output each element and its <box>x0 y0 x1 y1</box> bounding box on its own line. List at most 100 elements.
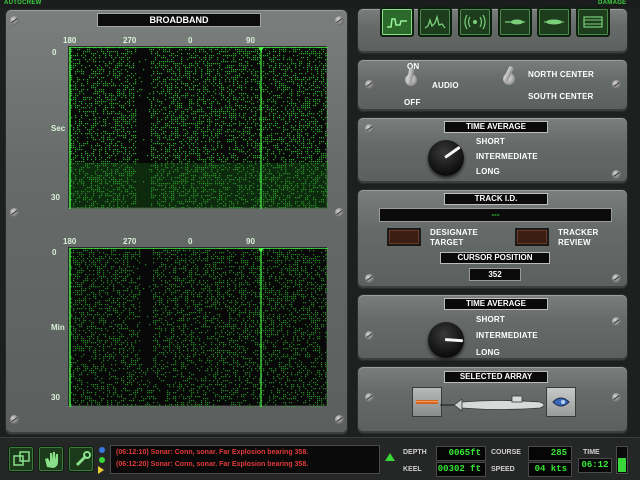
active-sonar-icon <box>464 14 486 30</box>
towed-array-select-button[interactable] <box>412 387 442 417</box>
bearing-tick: 180 <box>63 36 77 45</box>
depth-label: DEPTH <box>403 449 427 456</box>
broadband-mode-button[interactable] <box>380 7 414 37</box>
designate-label: DESIGNATE <box>430 228 478 237</box>
narrowband-icon <box>424 14 446 29</box>
screw-icon <box>365 331 374 340</box>
station-icon <box>13 451 30 466</box>
cursor-position-title: CURSOR POSITION <box>440 252 550 264</box>
y-label-mid: Min <box>51 323 65 332</box>
hand-icon <box>45 452 58 468</box>
broadband-waterfall-seconds[interactable] <box>68 46 328 209</box>
screw-icon <box>10 415 19 424</box>
message-filter-blue-dot[interactable] <box>99 447 105 453</box>
sphere-array-select-button[interactable] <box>546 387 576 417</box>
throttle-fill <box>618 458 626 472</box>
screw-icon <box>10 208 19 217</box>
towed-array-icon <box>416 400 438 404</box>
broadband-waterfall-minutes[interactable] <box>68 247 328 407</box>
knob-pointer-icon <box>444 145 461 159</box>
course-label: COURSE <box>491 449 521 456</box>
waterfall-canvas <box>69 248 328 407</box>
audio-panel <box>357 59 628 112</box>
active-sonar-mode-button[interactable] <box>458 7 492 37</box>
designate-target-button[interactable] <box>387 228 421 246</box>
bearing-cursor-marker-icon <box>258 47 264 52</box>
audio-label: AUDIO <box>432 81 459 90</box>
track-id-title: TRACK I.D. <box>444 193 548 205</box>
bearing-tick: 180 <box>63 237 77 246</box>
screw-icon <box>612 80 621 89</box>
screw-icon <box>612 393 621 402</box>
y-label-bottom: 30 <box>51 193 60 202</box>
track-id-display: --- <box>379 208 612 222</box>
y-label-top: 0 <box>52 48 57 57</box>
log-scroll-up-icon[interactable] <box>385 453 395 461</box>
cursor-position-value: 352 <box>469 268 521 281</box>
message-play-icon[interactable] <box>98 466 104 474</box>
sonar-noise <box>69 248 328 407</box>
wrench-icon <box>75 451 91 467</box>
station-select-button[interactable] <box>8 446 34 472</box>
narrowband-mode-button[interactable] <box>418 7 452 37</box>
time-average-knob[interactable] <box>428 140 464 176</box>
tracker-label: TRACKER <box>558 228 599 237</box>
screw-icon <box>365 80 374 89</box>
autocrew-label[interactable]: AUTOCREW <box>4 0 42 6</box>
submarine-outline-icon <box>440 395 545 412</box>
settings-button[interactable] <box>68 446 94 472</box>
time-avg-option-long[interactable]: LONG <box>476 167 500 176</box>
screw-icon <box>365 393 374 402</box>
screw-icon <box>335 208 344 217</box>
sphere-array-icon <box>552 397 570 407</box>
bearing-tick: 90 <box>246 36 255 45</box>
north-center-label[interactable]: NORTH CENTER <box>528 70 594 79</box>
bearing-tick: 270 <box>123 36 137 45</box>
selected-array-title: SELECTED ARRAY <box>444 371 548 383</box>
bearing-tick: 0 <box>188 237 193 246</box>
audio-off-label: OFF <box>404 98 421 107</box>
time-average-title: TIME AVERAGE <box>444 121 548 133</box>
screw-icon <box>365 124 374 133</box>
log-entry: (06:12:20) Sonar: Conn, sonar. Far Explo… <box>116 461 309 468</box>
speed-label: SPEED <box>491 466 515 473</box>
time-avg-option-short[interactable]: SHORT <box>476 137 505 146</box>
y-label-top: 0 <box>52 248 57 257</box>
message-log[interactable]: (06:12:10) Sonar: Conn, sonar. Far Explo… <box>110 445 380 474</box>
waterfall-band <box>69 163 328 209</box>
bearing-tick: 270 <box>123 237 137 246</box>
course-readout: 285 <box>528 446 572 461</box>
keel-readout: 00302 ft <box>436 462 486 477</box>
time-avg-option-long[interactable]: LONG <box>476 348 500 357</box>
depth-readout: 0065ft <box>436 446 486 461</box>
tracker-review-button[interactable] <box>515 228 549 246</box>
screw-icon <box>612 170 621 179</box>
hull-array-icon <box>544 19 564 25</box>
waterfall-canvas <box>69 47 328 209</box>
time-label: TIME <box>583 449 600 456</box>
target-label: TARGET <box>430 238 464 247</box>
bearing-tick: 90 <box>246 237 255 246</box>
crew-assist-button[interactable] <box>38 446 64 472</box>
time-average-knob[interactable] <box>428 322 464 358</box>
speed-readout: 04 kts <box>528 462 572 477</box>
knob-pointer-icon <box>444 338 464 343</box>
towed-array-icon <box>505 19 525 25</box>
waterfall-mode-button[interactable] <box>576 7 610 37</box>
south-center-label[interactable]: SOUTH CENTER <box>528 92 594 101</box>
screw-icon <box>335 415 344 424</box>
damage-label[interactable]: DAMAGE <box>598 0 626 6</box>
time-avg-option-intermediate[interactable]: INTERMEDIATE <box>476 331 538 340</box>
time-readout: 06:12 <box>578 458 612 473</box>
time-avg-option-intermediate[interactable]: INTERMEDIATE <box>476 152 538 161</box>
keel-label: KEEL <box>403 466 422 473</box>
screw-icon <box>612 317 621 326</box>
broadband-icon <box>387 18 407 28</box>
review-label: REVIEW <box>558 238 591 247</box>
message-filter-green-dot[interactable] <box>99 457 105 463</box>
time-avg-option-short[interactable]: SHORT <box>476 315 505 324</box>
waterfall-icon <box>583 16 603 28</box>
sphere-array-mode-button[interactable] <box>537 7 571 37</box>
screw-icon <box>10 16 19 25</box>
towed-array-mode-button[interactable] <box>498 7 532 37</box>
